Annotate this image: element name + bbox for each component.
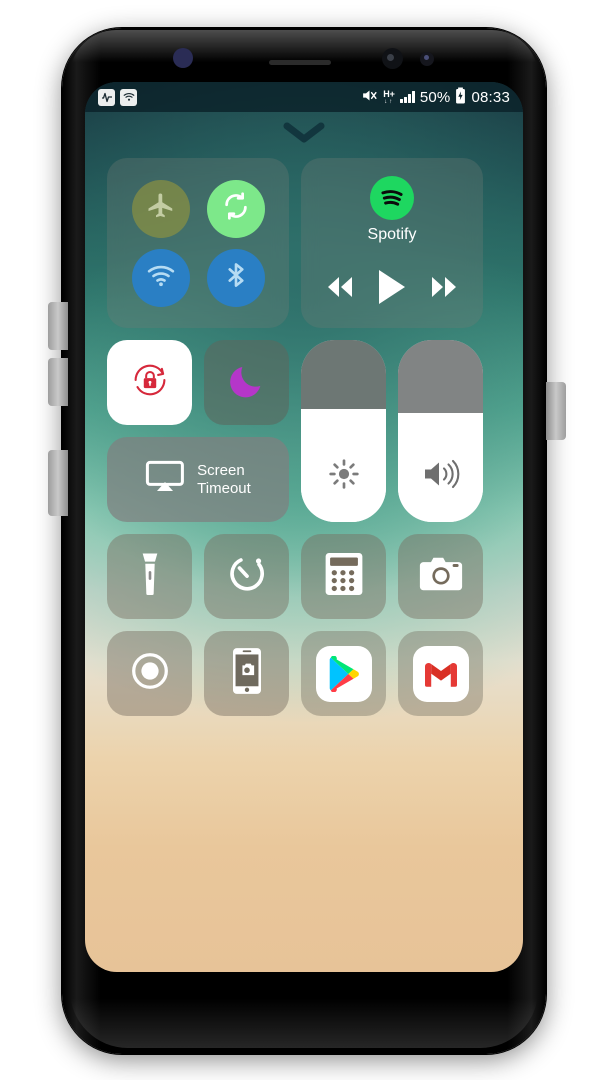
flashlight-button[interactable] xyxy=(107,534,192,619)
camera-icon xyxy=(418,555,464,598)
brightness-slider-empty xyxy=(301,340,386,410)
status-bar-left xyxy=(98,88,137,106)
notification-led-icon xyxy=(420,52,434,66)
status-bar-clock: 08:33 xyxy=(471,88,510,106)
wifi-notification-icon xyxy=(120,88,137,106)
chevron-down-icon xyxy=(283,122,325,149)
wifi-icon xyxy=(146,260,176,295)
camera-button[interactable] xyxy=(398,534,483,619)
screen-mirror-icon xyxy=(145,460,185,499)
airplane-mode-toggle[interactable] xyxy=(131,179,190,238)
status-bar: H+ ↓↑ 50% 08:33 xyxy=(85,82,523,112)
wifi-toggle[interactable] xyxy=(131,248,190,307)
music-panel: Spotify xyxy=(301,158,483,328)
phone-screen: H+ ↓↑ 50% 08:33 Spotify Screen Timeout xyxy=(85,82,523,972)
calculator-button[interactable] xyxy=(301,534,386,619)
volume-slider-empty xyxy=(398,340,483,413)
record-icon xyxy=(127,648,173,699)
volume-down-button[interactable] xyxy=(48,358,68,406)
shortcut-row-2 xyxy=(107,631,501,716)
brightness-slider-fill xyxy=(301,409,386,522)
screenshot-icon xyxy=(232,648,261,699)
bluetooth-toggle[interactable] xyxy=(206,248,265,307)
screen-timeout-label: Screen Timeout xyxy=(197,461,251,497)
gmail-button[interactable] xyxy=(398,631,483,716)
mute-icon xyxy=(361,87,378,108)
connectivity-panel xyxy=(107,158,289,328)
brightness-icon xyxy=(327,457,361,496)
flashlight-icon xyxy=(130,552,170,601)
network-type-indicator: H+ ↓↑ xyxy=(383,88,395,105)
screenshot-button[interactable] xyxy=(204,631,289,716)
moon-icon xyxy=(227,360,267,405)
status-bar-right: H+ ↓↑ 50% 08:33 xyxy=(361,87,510,108)
bluetooth-icon xyxy=(221,260,251,295)
battery-icon xyxy=(455,87,466,108)
row-toggles-sliders: Screen Timeout xyxy=(107,340,501,522)
play-button[interactable] xyxy=(375,268,409,311)
rotation-lock-icon xyxy=(127,357,173,408)
play-store-button[interactable] xyxy=(301,631,386,716)
volume-slider-fill xyxy=(398,412,483,522)
toggles-column: Screen Timeout xyxy=(107,340,289,522)
control-center-handle[interactable] xyxy=(85,112,523,158)
play-store-icon xyxy=(315,645,372,702)
sync-toggle[interactable] xyxy=(206,179,265,238)
do-not-disturb-toggle[interactable] xyxy=(204,340,289,425)
volume-up-button[interactable] xyxy=(48,302,68,350)
screen-record-button[interactable] xyxy=(107,631,192,716)
battery-percentage: 50% xyxy=(419,88,451,106)
previous-track-button[interactable] xyxy=(325,274,355,305)
sync-icon xyxy=(221,191,251,226)
volume-icon xyxy=(422,457,460,496)
toggle-pair xyxy=(107,340,289,425)
next-track-button[interactable] xyxy=(429,274,459,305)
gmail-icon xyxy=(412,645,469,702)
row-connectivity-music: Spotify xyxy=(107,158,501,328)
calculator-icon xyxy=(325,553,363,600)
screen-timeout-button[interactable]: Screen Timeout xyxy=(107,437,289,522)
iris-scanner-sensor xyxy=(173,48,193,68)
shortcut-row-1 xyxy=(107,534,501,619)
control-center: Spotify Screen Timeout xyxy=(85,112,523,728)
spotify-icon[interactable] xyxy=(370,176,414,220)
timer-icon xyxy=(226,553,268,600)
music-controls xyxy=(311,268,473,311)
control-center-grid: Spotify Screen Timeout xyxy=(85,158,523,716)
airplane-icon xyxy=(146,191,176,226)
rotation-lock-toggle[interactable] xyxy=(107,340,192,425)
activity-notification-icon xyxy=(98,88,115,106)
volume-slider[interactable] xyxy=(398,340,483,522)
earpiece-speaker xyxy=(269,60,331,65)
power-button[interactable] xyxy=(546,382,566,440)
front-camera-icon xyxy=(382,48,403,69)
brightness-slider[interactable] xyxy=(301,340,386,522)
timer-button[interactable] xyxy=(204,534,289,619)
bixby-button[interactable] xyxy=(48,450,68,516)
music-app-name: Spotify xyxy=(367,226,417,243)
signal-strength-icon xyxy=(399,91,415,103)
